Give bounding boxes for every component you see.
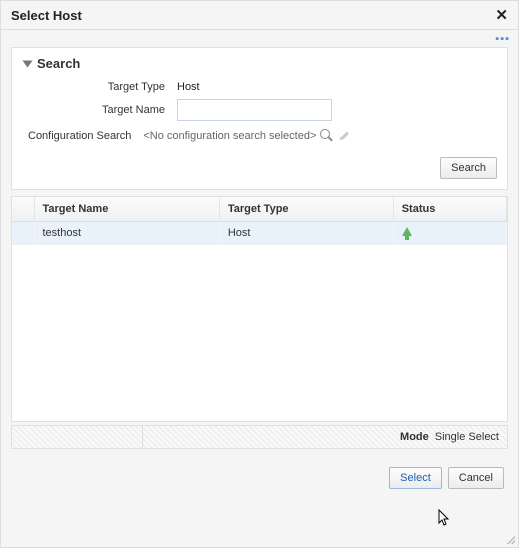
table-header-row: Target Name Target Type Status [12,197,507,222]
target-type-row: Target Type Host [22,81,497,93]
row-selector-cell[interactable] [12,222,34,245]
config-search-label: Configuration Search [28,130,131,142]
cell-target-name: testhost [34,222,219,245]
dialog-buttons: Select Cancel [1,449,518,489]
mode-label: Mode [400,431,429,443]
divider [142,426,143,448]
config-search-value: <No configuration search selected> [143,130,316,142]
close-icon[interactable]: ✕ [495,8,508,23]
search-header[interactable]: Search [22,56,497,71]
search-icon[interactable] [320,129,334,143]
select-host-dialog: Select Host ✕ ▪▪▪ Search Target Type Hos… [0,0,519,548]
select-button[interactable]: Select [389,467,442,489]
target-name-row: Target Name [22,99,497,121]
mode-value: Single Select [435,431,499,443]
results-table: Target Name Target Type Status testhost … [11,196,508,422]
search-button[interactable]: Search [440,157,497,179]
search-panel: Search Target Type Host Target Name Conf… [11,47,508,190]
row-selector-header [12,197,34,222]
target-name-input[interactable] [177,99,332,121]
col-target-name[interactable]: Target Name [34,197,219,222]
cancel-button[interactable]: Cancel [448,467,504,489]
collapse-icon [23,60,33,67]
target-type-label: Target Type [22,81,177,93]
config-search-row: Configuration Search <No configuration s… [22,129,497,143]
edit-icon[interactable] [338,129,352,143]
resize-handle-icon[interactable] [505,534,515,544]
target-type-value: Host [177,81,200,93]
col-status[interactable]: Status [393,197,506,222]
search-title: Search [37,56,80,71]
dialog-title: Select Host [11,8,82,23]
cell-status [393,222,506,245]
mode-bar: Mode Single Select [11,425,508,449]
panel-drag-handle[interactable]: ▪▪▪ [1,30,518,45]
target-name-label: Target Name [22,104,177,116]
col-target-type[interactable]: Target Type [219,197,393,222]
cell-target-type: Host [219,222,393,245]
mouse-cursor-icon [438,509,452,527]
table-row[interactable]: testhost Host [12,222,507,245]
status-up-icon [402,227,412,236]
dialog-titlebar: Select Host ✕ [1,1,518,30]
